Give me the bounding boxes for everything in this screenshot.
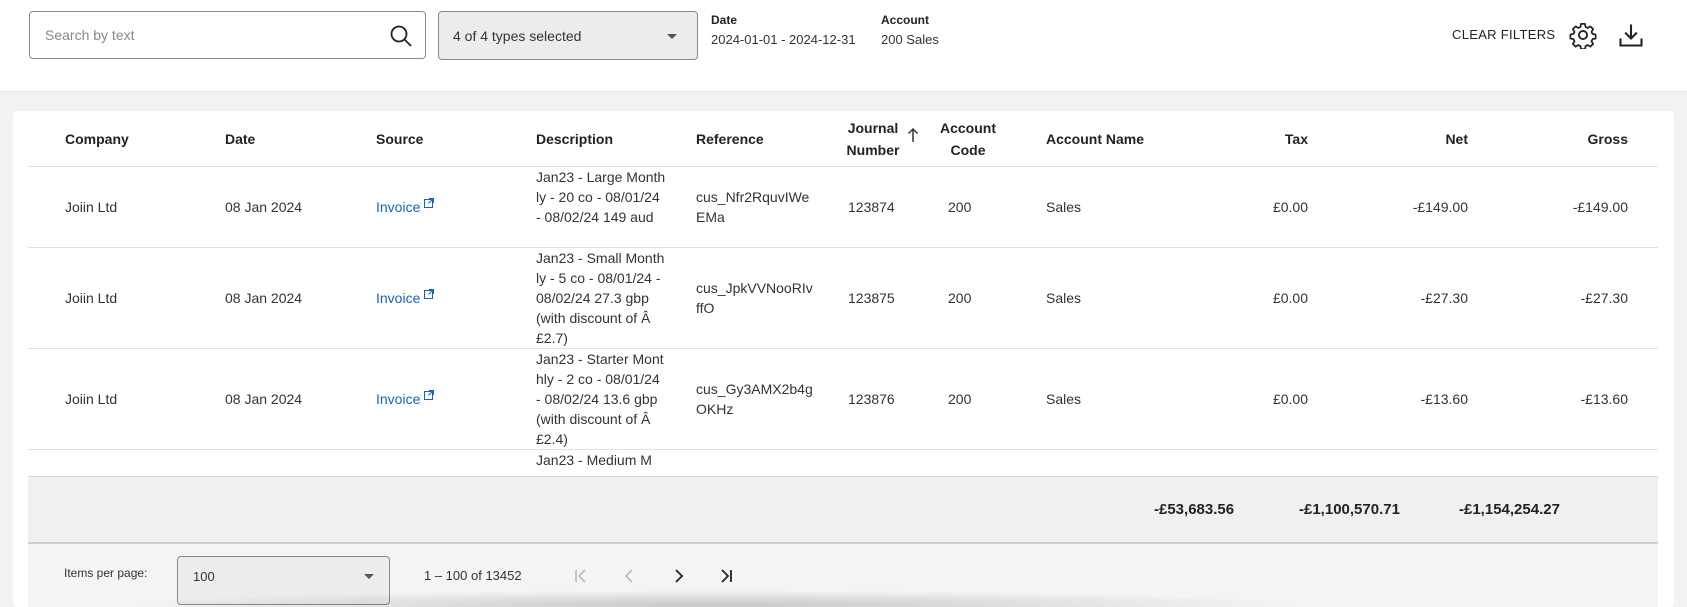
- cell-company: Joiin Ltd: [65, 391, 118, 407]
- cell-source: Invoice: [376, 248, 435, 348]
- col-journal-number[interactable]: Journal Number: [838, 111, 908, 167]
- chevron-down-icon: [667, 34, 677, 39]
- account-filter[interactable]: Account 200 Sales: [881, 13, 939, 47]
- cell-journal-number: 123875: [848, 290, 895, 306]
- col-account-code-line2: Code: [950, 142, 986, 158]
- source-link[interactable]: Invoice: [376, 288, 435, 308]
- search-icon[interactable]: [389, 24, 413, 48]
- cell-date: 08 Jan 2024: [225, 199, 303, 215]
- last-page-icon[interactable]: [714, 564, 738, 588]
- chevron-right-icon[interactable]: [666, 564, 690, 588]
- table-row[interactable]: Joiin Ltd 08 Jan 2024 Invoice Jan23 - St…: [28, 349, 1658, 450]
- col-source[interactable]: Source: [376, 111, 423, 167]
- source-link[interactable]: Invoice: [376, 197, 435, 217]
- external-link-icon: [424, 390, 435, 400]
- items-per-page-label: Items per page:: [64, 566, 148, 580]
- source-link-label: Invoice: [376, 290, 421, 306]
- cell-net: -£13.60: [1420, 391, 1468, 407]
- cell-description: Jan23 - Starter Monthly - 2 co - 08/01/2…: [536, 351, 664, 447]
- col-gross[interactable]: Gross: [1528, 111, 1628, 167]
- first-page-icon[interactable]: [569, 564, 593, 588]
- col-account-code-line1: Account: [940, 120, 996, 136]
- cell-description: Jan23 - Small Monthly - 5 co - 08/01/24 …: [536, 250, 665, 346]
- source-link-label: Invoice: [376, 199, 421, 215]
- totals-row: -£53,683.56 -£1,100,570.71 -£1,154,254.2…: [28, 476, 1658, 544]
- cell-source: Invoice: [376, 167, 435, 247]
- source-link-label: Invoice: [376, 391, 421, 407]
- cell-account-name: Sales: [1046, 199, 1082, 215]
- source-link[interactable]: Invoice: [376, 389, 435, 409]
- external-link-icon: [424, 289, 435, 299]
- cell-net: -£27.30: [1420, 290, 1468, 306]
- col-account-code[interactable]: Account Code: [933, 111, 1003, 167]
- total-tax: -£53,683.56: [1154, 501, 1235, 518]
- cell-account-name: Sales: [1046, 290, 1082, 306]
- types-select[interactable]: 4 of 4 types selected: [438, 11, 698, 60]
- cell-date: 08 Jan 2024: [225, 290, 303, 306]
- col-net[interactable]: Net: [1368, 111, 1468, 167]
- arrow-up-icon[interactable]: [907, 127, 919, 143]
- search-placeholder: Search by text: [45, 27, 135, 43]
- ledger-table-card: Company Date Source Description Referenc…: [13, 111, 1674, 607]
- chevron-down-icon: [364, 574, 374, 579]
- cell-company: Joiin Ltd: [65, 199, 118, 215]
- col-date[interactable]: Date: [225, 111, 255, 167]
- cell-account-code: 200: [948, 290, 972, 306]
- col-journal-number-line2: Number: [846, 142, 900, 158]
- table-row[interactable]: Joiin Ltd 08 Jan 2024 Invoice Jan23 - La…: [28, 167, 1658, 248]
- table-header: Company Date Source Description Referenc…: [28, 111, 1658, 167]
- cell-date: 08 Jan 2024: [225, 391, 303, 407]
- total-gross: -£1,154,254.27: [1459, 501, 1560, 518]
- chevron-left-icon[interactable]: [618, 564, 642, 588]
- date-filter-value: 2024-01-01 - 2024-12-31: [711, 32, 856, 47]
- cell-gross: -£149.00: [1572, 199, 1628, 215]
- date-filter[interactable]: Date 2024-01-01 - 2024-12-31: [711, 13, 856, 47]
- account-filter-value: 200 Sales: [881, 32, 939, 47]
- clear-filters-button[interactable]: CLEAR FILTERS: [1452, 27, 1555, 42]
- cell-tax: £0.00: [1272, 290, 1308, 306]
- page-range: 1 – 100 of 13452: [424, 568, 522, 583]
- external-link-icon: [424, 198, 435, 208]
- cell-journal-number: 123876: [848, 391, 895, 407]
- col-description[interactable]: Description: [536, 111, 613, 167]
- cell-account-name: Sales: [1046, 391, 1082, 407]
- types-select-value: 4 of 4 types selected: [453, 28, 582, 44]
- col-journal-number-line1: Journal: [847, 120, 899, 136]
- gear-icon[interactable]: [1569, 21, 1597, 49]
- col-reference[interactable]: Reference: [696, 111, 764, 167]
- cell-gross: -£13.60: [1580, 391, 1628, 407]
- col-account-name[interactable]: Account Name: [1046, 111, 1144, 167]
- date-filter-label: Date: [711, 13, 738, 27]
- cell-source: Invoice: [376, 349, 435, 449]
- account-filter-label: Account: [881, 13, 929, 27]
- cell-description: Jan23 - Large Monthly - 20 co - 08/01/24…: [536, 169, 666, 225]
- download-icon[interactable]: [1617, 21, 1645, 49]
- cell-account-code: 200: [948, 391, 972, 407]
- cell-net: -£149.00: [1412, 199, 1468, 215]
- cell-gross: -£27.30: [1580, 290, 1628, 306]
- filter-bar: Search by text 4 of 4 types selected Dat…: [0, 0, 1687, 92]
- cell-account-code: 200: [948, 199, 972, 215]
- cell-company: Joiin Ltd: [65, 290, 118, 306]
- col-tax[interactable]: Tax: [1208, 111, 1308, 167]
- table-row[interactable]: Joiin Ltd 08 Jan 2024 Invoice Jan23 - Sm…: [28, 248, 1658, 349]
- search-input[interactable]: Search by text: [29, 11, 426, 59]
- cell-journal-number: 123874: [848, 199, 895, 215]
- cell-tax: £0.00: [1272, 391, 1308, 407]
- bottom-shadow: [120, 590, 1310, 607]
- items-per-page-value: 100: [193, 569, 215, 584]
- total-net: -£1,100,570.71: [1299, 501, 1400, 518]
- cell-tax: £0.00: [1272, 199, 1308, 215]
- col-company[interactable]: Company: [65, 111, 129, 167]
